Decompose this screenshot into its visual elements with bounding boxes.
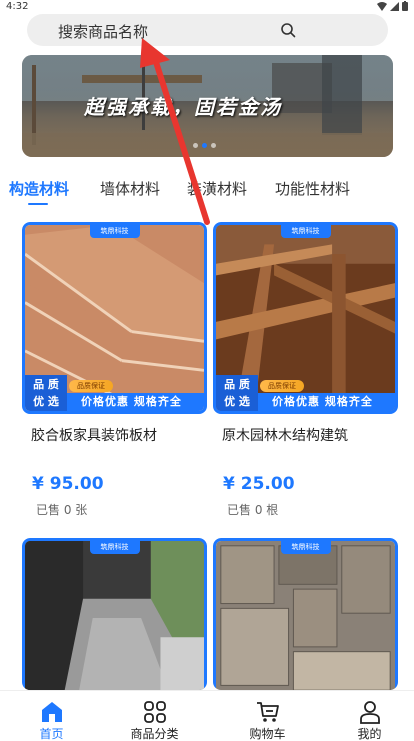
banner-dot-active[interactable] [201, 143, 207, 148]
product-image-frame: 筑鼎科技 品 质 优 选 品质保证 价格优惠 规格齐全 [213, 222, 398, 414]
tab-functional-materials[interactable]: 功能性材料 [275, 178, 350, 199]
quality-label-line1: 品 质 [224, 378, 250, 391]
nav-cart-label: 购物车 [249, 727, 286, 741]
search-icon[interactable] [280, 22, 296, 38]
nav-home-label: 首页 [39, 727, 64, 741]
status-time: 4:32 [6, 1, 29, 12]
product-image-frame: 筑鼎科技 [22, 538, 207, 690]
brand-tag: 筑鼎科技 [89, 225, 140, 238]
product-price: ¥ 95.00 [32, 474, 104, 494]
product-card[interactable]: 筑鼎科技 品 质 优 选 品质保证 价格优惠 规格齐全 胶合板家具装饰板材 ¥ … [22, 222, 207, 536]
product-price: ¥ 25.00 [223, 474, 295, 494]
brand-tag: 筑鼎科技 [280, 541, 331, 554]
product-title: 胶合板家具装饰板材 [31, 428, 157, 444]
bottom-navigation: 首页 商品分类 购物车 我的 [0, 690, 414, 741]
nav-cart[interactable]: 购物车 [216, 691, 319, 741]
product-card[interactable]: 筑鼎科技 品 质 优 选 品质保证 价格优惠 规格齐全 原木园林木结构建筑 ¥ … [213, 222, 398, 536]
tab-wall-materials[interactable]: 墙体材料 [100, 178, 160, 199]
search-bar[interactable]: 搜索商品名称 [27, 14, 388, 46]
stone-image [216, 541, 395, 690]
brand-tag: 筑鼎科技 [280, 225, 331, 238]
quality-badge: 品质保证 [69, 380, 113, 392]
signal-icon [390, 1, 399, 11]
quality-badge: 品质保证 [260, 380, 304, 392]
nav-home[interactable]: 首页 [0, 691, 103, 741]
nav-profile-label: 我的 [357, 727, 382, 741]
paving-image [25, 541, 204, 690]
home-icon [41, 702, 62, 722]
product-card[interactable]: 筑鼎科技 [213, 538, 398, 690]
active-tab-indicator [28, 203, 48, 205]
banner-slogan: 超强承载，固若金汤 [84, 95, 282, 119]
banner-carousel[interactable]: 超强承载，固若金汤 [22, 55, 393, 157]
quality-label-line1: 品 质 [33, 378, 59, 391]
brand-tag: 筑鼎科技 [89, 541, 140, 554]
product-sold-count: 已售 0 张 [36, 503, 88, 517]
quality-label-line2: 优 选 [33, 395, 59, 408]
status-bar: 4:32 [0, 0, 414, 14]
status-icons [377, 1, 408, 11]
wifi-icon [377, 1, 387, 11]
promo-strip: 品 质 优 选 品质保证 价格优惠 规格齐全 [216, 375, 395, 411]
nav-profile[interactable]: 我的 [318, 691, 414, 741]
battery-icon [402, 1, 408, 11]
search-input[interactable]: 搜索商品名称 [58, 21, 148, 42]
quality-label-line2: 优 选 [224, 395, 250, 408]
tab-construction-materials[interactable]: 构造材料 [9, 178, 69, 199]
quality-label: 品 质 优 选 [216, 375, 258, 411]
grid-icon [143, 701, 166, 723]
nav-categories[interactable]: 商品分类 [103, 691, 206, 741]
product-image-frame: 筑鼎科技 [213, 538, 398, 690]
promo-text: 价格优惠 规格齐全 [258, 393, 395, 411]
product-sold-count: 已售 0 根 [227, 503, 279, 517]
banner-dot[interactable] [210, 143, 216, 148]
promo-strip: 品 质 优 选 品质保证 价格优惠 规格齐全 [25, 375, 204, 411]
product-image-frame: 筑鼎科技 品 质 优 选 品质保证 价格优惠 规格齐全 [22, 222, 207, 414]
banner-pagination [192, 143, 216, 148]
promo-text: 价格优惠 规格齐全 [67, 393, 204, 411]
banner-dot[interactable] [192, 143, 198, 148]
nav-categories-label: 商品分类 [130, 727, 179, 741]
user-icon [359, 701, 380, 724]
category-tabs: 构造材料 墙体材料 装潢材料 功能性材料 [0, 176, 414, 206]
product-card[interactable]: 筑鼎科技 [22, 538, 207, 690]
cart-icon [256, 702, 279, 722]
tab-decoration-materials[interactable]: 装潢材料 [187, 178, 247, 199]
product-title: 原木园林木结构建筑 [222, 428, 348, 444]
quality-label: 品 质 优 选 [25, 375, 67, 411]
